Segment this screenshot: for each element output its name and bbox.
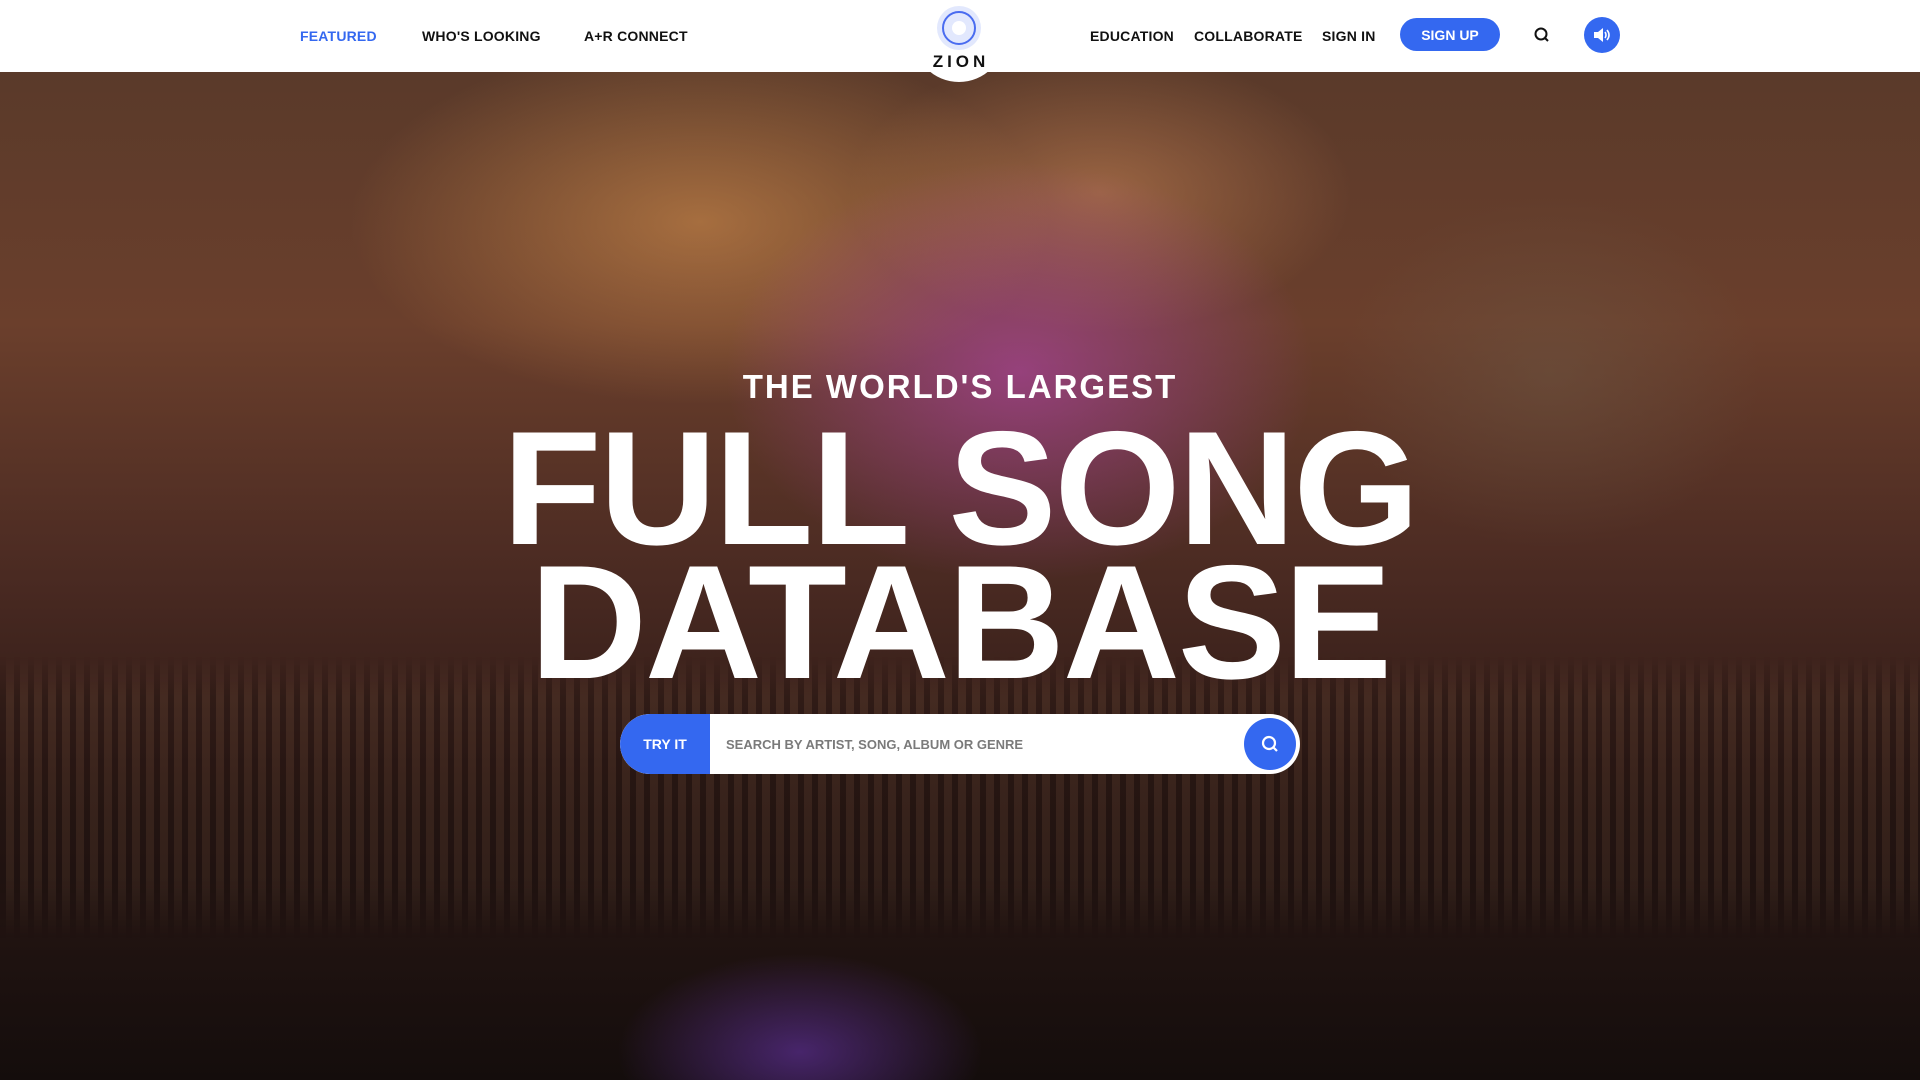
search-icon	[1261, 735, 1278, 752]
logo[interactable]: ZION	[913, 0, 1005, 82]
search-submit-button[interactable]	[1244, 718, 1296, 770]
nav-collaborate[interactable]: COLLABORATE	[1194, 28, 1303, 44]
logo-mark-icon	[937, 6, 981, 50]
nav-sign-in[interactable]: SIGN IN	[1322, 28, 1376, 44]
search-bar: TRY IT	[620, 714, 1300, 774]
search-icon[interactable]	[1533, 26, 1551, 44]
logo-text: ZION	[932, 52, 990, 71]
nav-ar-connect[interactable]: A+R CONNECT	[584, 28, 688, 44]
speaker-icon	[1594, 28, 1610, 42]
nav-education[interactable]: EDUCATION	[1090, 28, 1174, 44]
try-it-button[interactable]: TRY IT	[620, 714, 710, 774]
sign-up-button[interactable]: SIGN UP	[1400, 18, 1500, 51]
nav-featured[interactable]: FEATURED	[300, 28, 377, 44]
nav-whos-looking[interactable]: WHO'S LOOKING	[422, 28, 541, 44]
search-input[interactable]	[726, 714, 1226, 774]
sound-toggle-button[interactable]	[1584, 17, 1620, 53]
hero-title-line2: DATABASE	[530, 532, 1392, 713]
